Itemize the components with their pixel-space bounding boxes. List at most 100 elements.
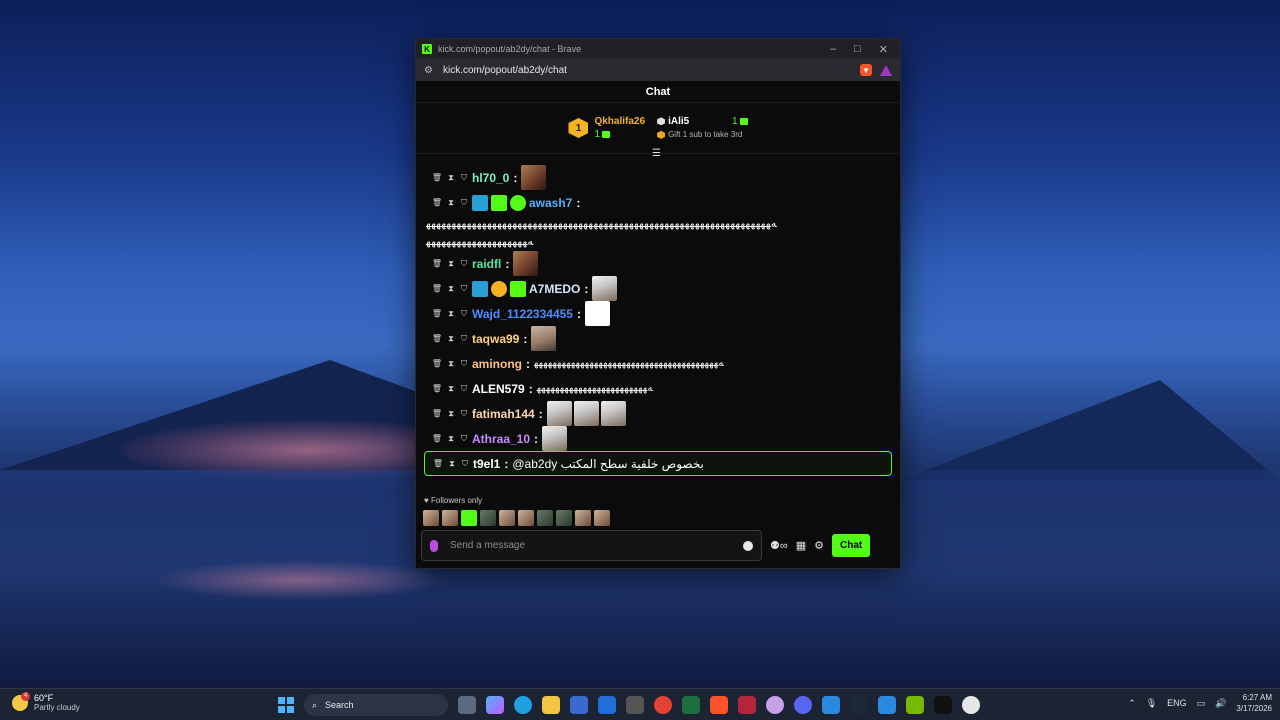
username[interactable]: hl70_0: [472, 171, 509, 185]
store-app-icon[interactable]: [570, 696, 588, 714]
quick-emote[interactable]: [461, 510, 477, 526]
username[interactable]: A7MEDO: [529, 282, 580, 296]
delete-icon[interactable]: 🗑: [430, 334, 444, 343]
timeout-icon[interactable]: ⧗: [444, 334, 458, 344]
timeout-icon[interactable]: ⧗: [444, 198, 458, 208]
copilot-icon[interactable]: [486, 696, 504, 714]
quick-emote[interactable]: [518, 510, 534, 526]
clock[interactable]: 6:27 AM 3/17/2026: [1236, 692, 1272, 714]
message-text: @ab2dy بخصوص خلفية سطح المكتب: [512, 456, 704, 471]
quick-emote[interactable]: [423, 510, 439, 526]
steam-icon[interactable]: [850, 696, 868, 714]
discord-icon[interactable]: [794, 696, 812, 714]
quick-emote[interactable]: [556, 510, 572, 526]
maximize-icon[interactable]: □: [854, 43, 861, 56]
edge-icon[interactable]: [514, 696, 532, 714]
weather-widget[interactable]: 4 60°F Partly cloudy: [12, 691, 80, 712]
top-gifter-name[interactable]: Qkhalifa26: [594, 115, 645, 128]
shield-icon: ⛉: [461, 433, 467, 443]
minimize-icon[interactable]: –: [830, 43, 836, 56]
delete-icon[interactable]: 🗑: [430, 384, 444, 393]
emoji-icon[interactable]: [743, 540, 753, 551]
mic-icon[interactable]: [430, 539, 438, 552]
shield-icon: ⛉: [461, 172, 467, 182]
brave-icon[interactable]: [710, 696, 728, 714]
outlook-icon[interactable]: [598, 696, 616, 714]
timeout-icon[interactable]: ⧗: [444, 409, 458, 419]
timeout-icon[interactable]: ⧗: [444, 309, 458, 319]
emote: [546, 401, 572, 426]
delete-icon[interactable]: 🗑: [430, 309, 444, 318]
language-indicator[interactable]: ENG: [1167, 698, 1187, 708]
site-settings-icon[interactable]: ⚙: [424, 65, 433, 76]
timeout-icon[interactable]: ⧗: [444, 284, 458, 294]
nvidia-icon[interactable]: [906, 696, 924, 714]
network-icon[interactable]: ▭: [1197, 698, 1206, 709]
username[interactable]: Wajd_1122334455: [472, 307, 573, 321]
username[interactable]: t9el1: [473, 457, 500, 471]
app-icon[interactable]: [962, 696, 980, 714]
quick-emote[interactable]: [499, 510, 515, 526]
app-icon[interactable]: [766, 696, 784, 714]
username[interactable]: ALEN579: [472, 382, 525, 396]
delete-icon[interactable]: 🗑: [430, 173, 444, 182]
timeout-icon[interactable]: ⧗: [445, 459, 459, 469]
chevron-up-icon[interactable]: ⌃: [1128, 698, 1136, 709]
url-text[interactable]: kick.com/popout/ab2dy/chat: [443, 65, 860, 76]
brave-shields-icon[interactable]: ▼: [860, 64, 872, 76]
emote: [584, 301, 610, 326]
start-icon[interactable]: [278, 697, 294, 713]
send-chat-button[interactable]: Chat: [831, 534, 871, 557]
delete-icon[interactable]: 🗑: [430, 359, 444, 368]
username[interactable]: fatimah144: [472, 407, 535, 421]
username[interactable]: Athraa_10: [472, 432, 530, 446]
emote: [592, 276, 618, 301]
app-icon[interactable]: [626, 696, 644, 714]
mic-tray-icon[interactable]: 🎙: [1146, 698, 1157, 709]
quick-emote[interactable]: [480, 510, 496, 526]
kicks-icon[interactable]: ⚉∞: [770, 539, 788, 552]
timeout-icon[interactable]: ⧗: [444, 359, 458, 369]
delete-icon[interactable]: 🗑: [430, 409, 444, 418]
delete-icon[interactable]: 🗑: [430, 284, 444, 293]
chat-messages[interactable]: 🗑 ⧗ ⛉ hl70_0: 🗑 ⧗ ⛉ awash7: ﻪﻬﻬﻬﻬﻬﻬﻬﻬﻬﻬﻬﻬﻬﻬﻬ…: [416, 156, 900, 492]
second-gifter-name[interactable]: iAli5: [668, 116, 689, 127]
username[interactable]: raidfl: [472, 257, 501, 271]
time: 6:27 AM: [1242, 693, 1272, 702]
store-icon[interactable]: ▦: [796, 539, 806, 552]
timeout-icon[interactable]: ⧗: [444, 259, 458, 269]
address-bar[interactable]: ⚙ kick.com/popout/ab2dy/chat ▼: [416, 59, 900, 81]
task-view-icon[interactable]: [458, 696, 476, 714]
file-explorer-icon[interactable]: [542, 696, 560, 714]
delete-icon[interactable]: 🗑: [431, 459, 445, 468]
volume-icon[interactable]: 🔊: [1215, 698, 1226, 709]
close-icon[interactable]: ✕: [879, 43, 888, 56]
username[interactable]: awash7: [529, 196, 572, 210]
app-icon[interactable]: [822, 696, 840, 714]
quick-emote[interactable]: [575, 510, 591, 526]
delete-icon[interactable]: 🗑: [430, 198, 444, 207]
taskbar-search[interactable]: ⌕ Search: [304, 694, 448, 716]
username[interactable]: taqwa99: [472, 332, 519, 346]
quick-emote[interactable]: [537, 510, 553, 526]
chat-message: 🗑 ⧗ ⛉ raidfl:: [424, 251, 892, 276]
username[interactable]: aminong: [472, 357, 522, 371]
settings-gear-icon[interactable]: ⚙: [814, 539, 824, 552]
timeout-icon[interactable]: ⧗: [444, 384, 458, 394]
delete-icon[interactable]: 🗑: [430, 434, 444, 443]
app-icon[interactable]: [878, 696, 896, 714]
timeout-icon[interactable]: ⧗: [444, 173, 458, 183]
brave-rewards-icon[interactable]: [880, 64, 892, 76]
message-input[interactable]: Send a message: [421, 530, 762, 561]
excel-icon[interactable]: [682, 696, 700, 714]
quick-emote[interactable]: [594, 510, 610, 526]
app-icon[interactable]: [934, 696, 952, 714]
quick-emote[interactable]: [442, 510, 458, 526]
gift-leaderboard: 1 Qkhalifa26 1 iAli5 1 Gift 1 sub to tak…: [416, 103, 900, 159]
chrome-icon[interactable]: [654, 696, 672, 714]
app-icon[interactable]: [738, 696, 756, 714]
delete-icon[interactable]: 🗑: [430, 259, 444, 268]
message-placeholder[interactable]: Send a message: [450, 540, 743, 551]
rank-badge-icon: 1: [568, 118, 589, 138]
timeout-icon[interactable]: ⧗: [444, 434, 458, 444]
